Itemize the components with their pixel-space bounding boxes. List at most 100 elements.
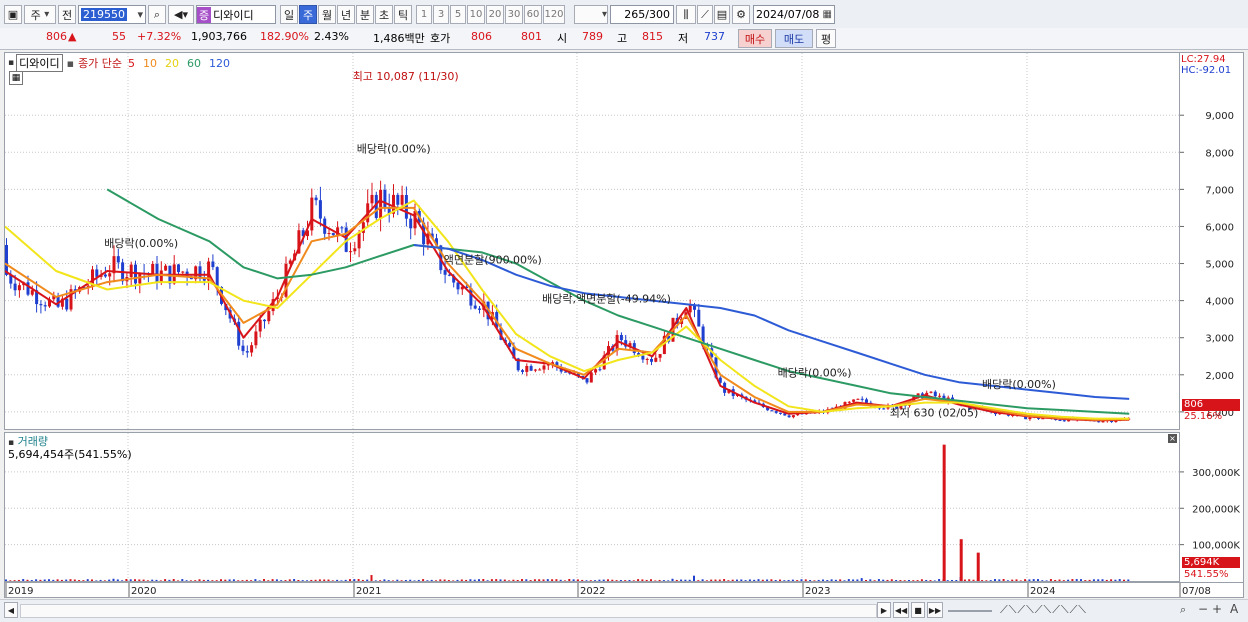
low-label: 저 [678, 32, 689, 45]
period-button-5[interactable]: 초 [375, 5, 393, 24]
period-button-6[interactable]: 틱 [394, 5, 412, 24]
volume-bar [852, 579, 855, 581]
volume-bar [422, 579, 425, 581]
volume-bar [383, 579, 386, 581]
candle-body [546, 364, 550, 366]
table-icon[interactable]: ▦ [9, 71, 23, 85]
period-button-0[interactable]: 일 [280, 5, 298, 24]
interval-button-60[interactable]: 60 [524, 5, 542, 24]
font-size-icon[interactable]: A [1230, 602, 1238, 616]
volume-bar [551, 579, 554, 581]
stock-name-field[interactable]: 증 디와이디 [196, 5, 276, 24]
candle-body [357, 232, 361, 249]
drawing-tools-icon[interactable]: ⟋⟍⟋⟍⟋⟍⟋⟍⟋⟍ [1000, 603, 1087, 617]
stock-badge: 증 [197, 6, 212, 23]
search-icon[interactable]: ⌕ [148, 5, 166, 24]
count-field[interactable]: 265/300 [610, 5, 674, 24]
market-select[interactable]: 주 ▾ [24, 5, 56, 24]
interval-button-10[interactable]: 10 [467, 5, 485, 24]
candle-body [521, 370, 524, 372]
candle-body [383, 189, 387, 208]
volume-bar [1049, 579, 1052, 581]
prev-button[interactable]: 전 [58, 5, 76, 24]
interval-button-120[interactable]: 120 [543, 5, 565, 24]
gear-icon[interactable]: ⚙ [732, 5, 750, 24]
candle-body [65, 298, 69, 310]
candle-body [103, 274, 107, 277]
scroll-right-icon[interactable]: ▶ [877, 602, 891, 618]
y-axis-ticks: 1,0002,0003,0004,0005,0006,0007,0008,000… [1180, 111, 1240, 552]
volume-spike-bar [959, 539, 963, 581]
x-axis-ticks: 2019 2020 2021 2022 2023 2024 07/08 [5, 583, 1211, 597]
candle-body [370, 194, 374, 204]
candle-body [43, 305, 47, 307]
change-pct: +7.32% [137, 30, 182, 43]
volume-bar [598, 579, 601, 581]
volume-ratio: 182.90% [260, 30, 309, 43]
speaker-icon[interactable]: ◀▾ [168, 5, 194, 24]
close-icon[interactable]: × [1168, 434, 1177, 443]
plus-icon[interactable]: + [1212, 602, 1222, 616]
save-icon[interactable]: ▤ [714, 5, 730, 24]
volume-bar [503, 579, 506, 581]
forward-icon[interactable]: ▶▶ [927, 602, 943, 618]
stop-icon[interactable]: ■ [911, 602, 925, 618]
volume-bar [43, 579, 46, 581]
volume-bar [1041, 580, 1044, 581]
stock-code-input[interactable]: 219550 ▾ [78, 5, 146, 24]
price-chart-panel[interactable]: 최고 10,087 (11/30) 배당락(0.00%) 배당락(0.00%) 액면분… [4, 52, 1180, 430]
search-icon[interactable]: ⌕ [1180, 603, 1186, 617]
volume-bar [1058, 579, 1061, 581]
legend-ma20[interactable]: 20 [165, 57, 179, 70]
candle-type-icon[interactable]: ⫼ [676, 5, 696, 24]
volume-bar [654, 580, 657, 581]
interval-button-30[interactable]: 30 [505, 5, 523, 24]
eval-button[interactable]: 평 [816, 29, 836, 48]
period-button-1[interactable]: 주 [299, 5, 317, 24]
volume-bar [671, 578, 674, 581]
candle-body [443, 270, 447, 275]
zoom-slider[interactable] [948, 610, 992, 612]
interval-button-3[interactable]: 3 [433, 5, 449, 24]
horizontal-scrollbar[interactable] [20, 604, 877, 618]
legend-ma60[interactable]: 60 [187, 57, 201, 70]
candle-body [211, 261, 215, 268]
period-button-4[interactable]: 분 [356, 5, 374, 24]
minus-icon[interactable]: − [1198, 602, 1208, 616]
volume-bar [13, 580, 16, 581]
volume-bar [456, 579, 459, 581]
buy-button[interactable]: 매수 [738, 29, 772, 48]
period-button-3[interactable]: 년 [337, 5, 355, 24]
volume-bar [185, 580, 188, 581]
candle-body [39, 304, 43, 306]
rewind-icon[interactable]: ◀◀ [893, 602, 909, 618]
volume-chart-panel[interactable]: ▪ 거래량 5,694,454주(541.55%) × [4, 432, 1180, 582]
interval-dropdown[interactable]: ▾ [574, 5, 608, 24]
sell-button[interactable]: 매도 [775, 29, 813, 48]
interval-button-5[interactable]: 5 [450, 5, 466, 24]
candle-body [396, 194, 400, 205]
price-chart[interactable]: 최고 10,087 (11/30) 배당락(0.00%) 배당락(0.00%) 액면분… [5, 53, 1179, 429]
legend-ma10[interactable]: 10 [143, 57, 157, 70]
top-toolbar: ▣ 주 ▾ 전 219550 ▾ ⌕ ◀▾ 증 디와이디 ▾ 265/300 ⫼ … [0, 0, 1248, 29]
volume-bar [138, 579, 141, 581]
volume-bar [293, 579, 296, 581]
candle-body [852, 399, 856, 402]
interval-button-1[interactable]: 1 [416, 5, 432, 24]
date-field[interactable]: 2024/07/08 ▦ [753, 5, 835, 24]
volume-bar [796, 580, 799, 581]
scroll-left-icon[interactable]: ◀ [4, 602, 18, 618]
window-menu-icon[interactable]: ▣ [4, 5, 22, 24]
legend-ma120[interactable]: 120 [209, 57, 230, 70]
volume-chart[interactable] [5, 433, 1179, 581]
interval-button-20[interactable]: 20 [486, 5, 504, 24]
volume-bar [327, 579, 330, 581]
period-button-2[interactable]: 월 [318, 5, 336, 24]
volume-bar [576, 579, 579, 581]
volume-bar [1037, 579, 1039, 581]
price-name-tag[interactable]: 디와이디 [16, 54, 63, 72]
ma5-line [5, 199, 1130, 422]
volume-bar [379, 580, 382, 581]
legend-ma5[interactable]: 5 [128, 57, 135, 70]
draw-line-icon[interactable]: ⟋ [697, 5, 713, 24]
